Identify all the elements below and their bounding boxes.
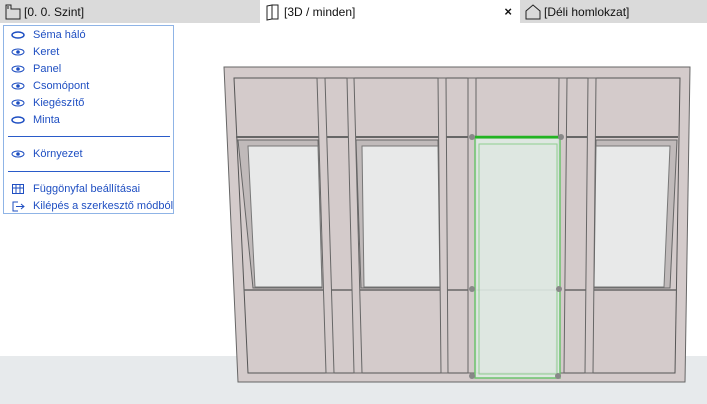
menu-item-scheme-grid[interactable]: Séma háló (10, 27, 86, 43)
menu-label: Séma háló (33, 29, 86, 41)
menu-item-accessory[interactable]: Kiegészítő (10, 95, 84, 111)
menu-label: Panel (33, 63, 62, 75)
eye-closed-icon (10, 31, 26, 39)
menu-item-junction[interactable]: Csomópont (10, 78, 89, 94)
menu-item-panel[interactable]: Panel (10, 61, 61, 77)
menu-label: Minta (33, 114, 60, 126)
window-panel (247, 145, 323, 288)
eye-icon (10, 65, 26, 73)
menu-item-settings[interactable]: Függönyfal beállításai (10, 181, 140, 197)
curtain-wall-edit-menu: Séma háló Keret Panel Csomópont Kiegészí… (3, 25, 174, 214)
menu-separator (8, 136, 170, 137)
menu-item-exit-edit-mode[interactable]: Kilépés a szerkesztő módból (10, 198, 173, 214)
menu-label: Kiegészítő (33, 97, 85, 109)
eye-icon (10, 48, 26, 56)
menu-label: Keret (33, 46, 60, 58)
menu-separator (8, 171, 170, 172)
menu-label: Csomópont (33, 80, 90, 92)
eye-icon (10, 82, 26, 90)
curtain-wall-settings-icon (10, 184, 26, 194)
eye-icon (10, 99, 26, 107)
menu-label: Kilépés a szerkesztő módból (33, 200, 174, 212)
menu-item-environment[interactable]: Környezet (10, 146, 83, 162)
eye-closed-icon (10, 116, 26, 124)
exit-icon (10, 201, 26, 212)
selected-panel (474, 137, 561, 379)
menu-label: Függönyfal beállításai (33, 183, 141, 195)
menu-label: Környezet (33, 148, 83, 160)
window-panel (361, 145, 441, 288)
menu-item-pattern[interactable]: Minta (10, 112, 60, 128)
eye-icon (10, 150, 26, 158)
menu-item-frame[interactable]: Keret (10, 44, 59, 60)
window-panel (593, 145, 671, 288)
